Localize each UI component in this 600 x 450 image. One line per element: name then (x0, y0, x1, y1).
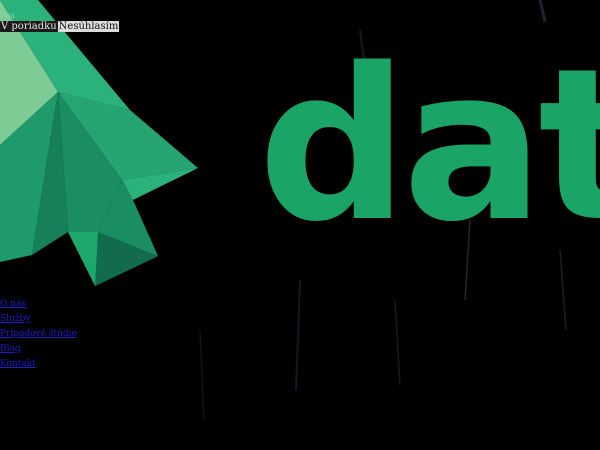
cookie-banner-actions: V poriadku Nesúhlasím (0, 21, 120, 33)
logo-mark-icon (0, 0, 198, 286)
decline-cookies-button[interactable]: Nesúhlasím (57, 21, 120, 32)
nav-item-services: Služby (0, 310, 77, 325)
nav-item-contact: Kontakt (0, 355, 77, 370)
cookie-banner-text: Pou (0, 11, 16, 20)
page: dataf Pou V poriadkuNesúhlasím O nás Slu… (0, 0, 600, 450)
main-nav: O nás Služby Prípadové štúdie Blog Konta… (0, 295, 77, 370)
wordmark: dataf (258, 23, 600, 268)
nav-link-contact[interactable]: Kontakt (0, 359, 36, 369)
nav-link-services[interactable]: Služby (0, 314, 30, 324)
nav-link-about[interactable]: O nás (0, 299, 26, 309)
cookie-banner: Pou V poriadku Nesúhlasím (0, 10, 120, 33)
brand-logo: dataf (0, 0, 600, 286)
accept-cookies-button[interactable]: V poriadku (0, 21, 58, 32)
nav-link-blog[interactable]: Blog (0, 344, 21, 354)
nav-item-case-studies: Prípadové štúdie (0, 325, 77, 340)
nav-link-case-studies[interactable]: Prípadové štúdie (0, 329, 77, 339)
nav-item-about: O nás (0, 295, 77, 310)
nav-item-blog: Blog (0, 340, 77, 355)
